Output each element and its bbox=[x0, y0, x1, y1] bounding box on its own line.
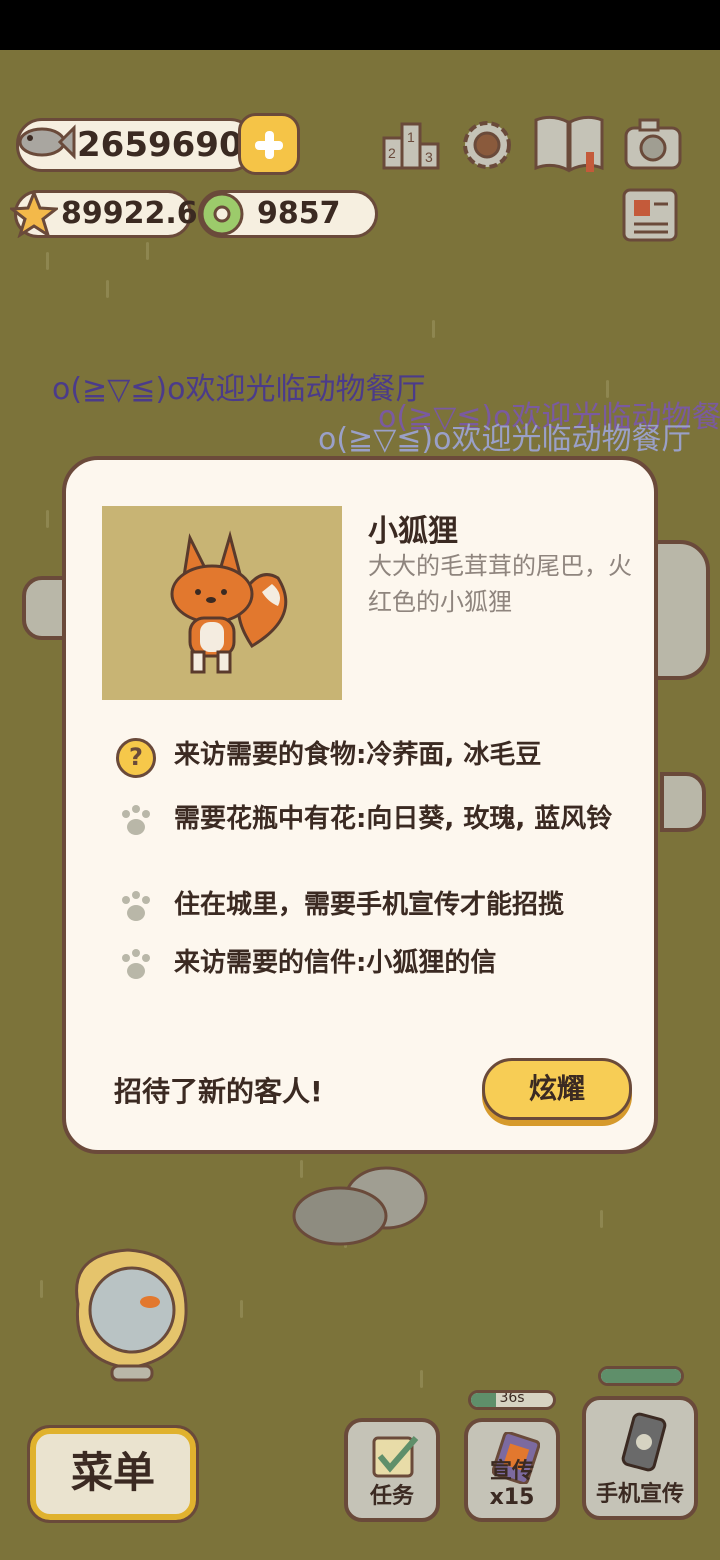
donut-icon bbox=[200, 192, 244, 236]
settings-gear-icon[interactable] bbox=[456, 116, 518, 174]
animal-description: 大大的毛茸茸的尾巴，火红色的小狐狸 bbox=[368, 552, 632, 616]
phone-promo-button[interactable]: 手机宣传 bbox=[582, 1396, 698, 1520]
phone-promo-bar bbox=[598, 1366, 684, 1386]
paw-icon bbox=[122, 949, 150, 979]
star-value: 89922.6 bbox=[61, 196, 198, 231]
right-arrow-button[interactable] bbox=[660, 772, 706, 832]
add-fish-button[interactable] bbox=[238, 113, 300, 175]
requirement-row: 来访需要的信件:小狐狸的信 bbox=[116, 946, 636, 990]
svg-text:2: 2 bbox=[388, 145, 396, 161]
promo-label: 宣传x15 bbox=[489, 1459, 535, 1510]
requirement-text: 住在城里，需要手机宣传才能招揽 bbox=[174, 890, 565, 920]
status-bar bbox=[0, 0, 720, 50]
fishbowl-icon bbox=[75, 1248, 188, 1382]
task-checkbox-icon bbox=[372, 1436, 419, 1478]
animal-name: 小狐狸 bbox=[368, 514, 458, 549]
fish-icon bbox=[18, 124, 76, 160]
phone-icon bbox=[621, 1412, 667, 1472]
tasks-label: 任务 bbox=[369, 1484, 414, 1509]
rock-icon bbox=[292, 1166, 428, 1246]
newspaper-icon[interactable] bbox=[618, 186, 680, 244]
ranking-icon[interactable]: 2 1 3 bbox=[380, 116, 442, 174]
requirement-text: 来访需要的食物:冷荞面, 冰毛豆 bbox=[174, 740, 542, 770]
requirement-row: 需要花瓶中有花:向日葵, 玫瑰, 蓝风铃 bbox=[116, 802, 636, 866]
requirement-row: ? 来访需要的食物:冷荞面, 冰毛豆 bbox=[116, 738, 636, 782]
fish-value: 2659690 bbox=[77, 125, 243, 165]
new-guest-message: 招待了新的客人! bbox=[114, 1075, 323, 1108]
paw-icon bbox=[122, 805, 150, 835]
star-icon bbox=[10, 190, 58, 238]
svg-text:3: 3 bbox=[425, 149, 433, 165]
show-off-button[interactable]: 炫耀 bbox=[482, 1058, 632, 1120]
requirement-row: 住在城里，需要手机宣传才能招揽 bbox=[116, 888, 636, 932]
tasks-button[interactable]: 任务 bbox=[344, 1418, 440, 1522]
fox-icon bbox=[170, 530, 288, 674]
promo-timer-bar: 36s bbox=[468, 1390, 556, 1410]
svg-text:1: 1 bbox=[407, 129, 415, 145]
requirement-text: 需要花瓶中有花:向日葵, 玫瑰, 蓝风铃 bbox=[174, 804, 613, 834]
welcome-marquee: o(≧▽≦)o欢迎光临动物餐厅 bbox=[52, 372, 426, 407]
album-book-icon[interactable] bbox=[530, 112, 608, 176]
fox-portrait bbox=[102, 506, 342, 700]
menu-button[interactable]: 菜单 bbox=[27, 1425, 199, 1523]
new-guest-dialog: 小狐狸 大大的毛茸茸的尾巴，火红色的小狐狸 ? 来访需要的食物:冷荞面, 冰毛豆… bbox=[62, 456, 658, 1154]
donut-value: 9857 bbox=[257, 196, 341, 231]
question-icon: ? bbox=[116, 738, 156, 778]
promo-timer: 36s bbox=[499, 1390, 525, 1406]
paw-icon bbox=[122, 891, 150, 921]
welcome-marquee: o(≧▽≦)o欢迎光临动物餐厅 bbox=[318, 422, 692, 457]
phone-promo-label: 手机宣传 bbox=[595, 1482, 684, 1507]
requirement-text: 来访需要的信件:小狐狸的信 bbox=[174, 948, 497, 978]
camera-icon[interactable] bbox=[622, 116, 684, 174]
promo-button[interactable]: 宣传x15 bbox=[464, 1418, 560, 1522]
